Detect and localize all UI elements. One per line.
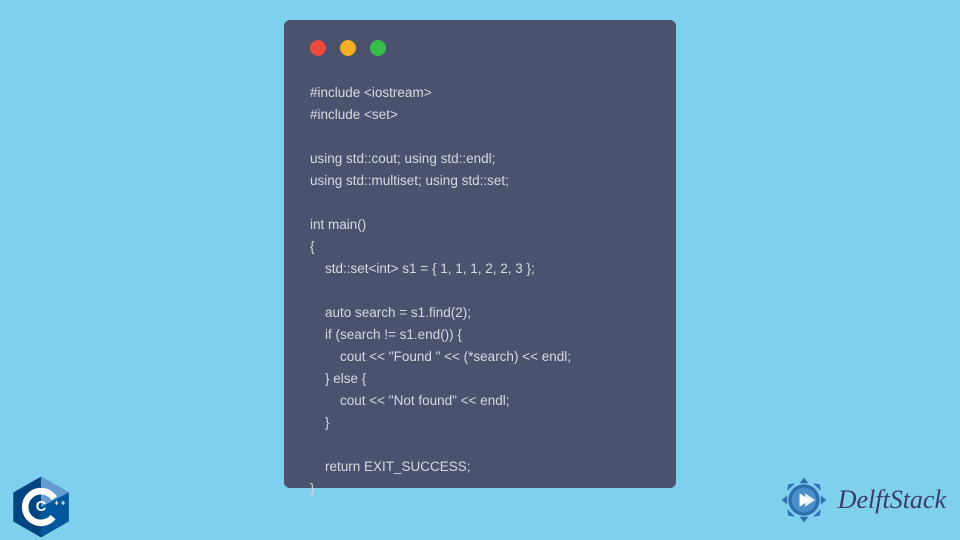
code-window: #include <iostream> #include <set> using… (284, 20, 676, 488)
traffic-lights (310, 40, 650, 56)
delftstack-text: DelftStack (838, 485, 946, 515)
maximize-icon (370, 40, 386, 56)
close-icon (310, 40, 326, 56)
code-block: #include <iostream> #include <set> using… (310, 82, 650, 500)
delftstack-logo: DelftStack (776, 472, 946, 528)
cpp-language-icon: C + + (6, 474, 76, 540)
gear-icon (776, 472, 832, 528)
cpp-label: C (36, 499, 47, 515)
svg-text:+: + (61, 499, 66, 508)
svg-text:+: + (54, 499, 59, 508)
minimize-icon (340, 40, 356, 56)
